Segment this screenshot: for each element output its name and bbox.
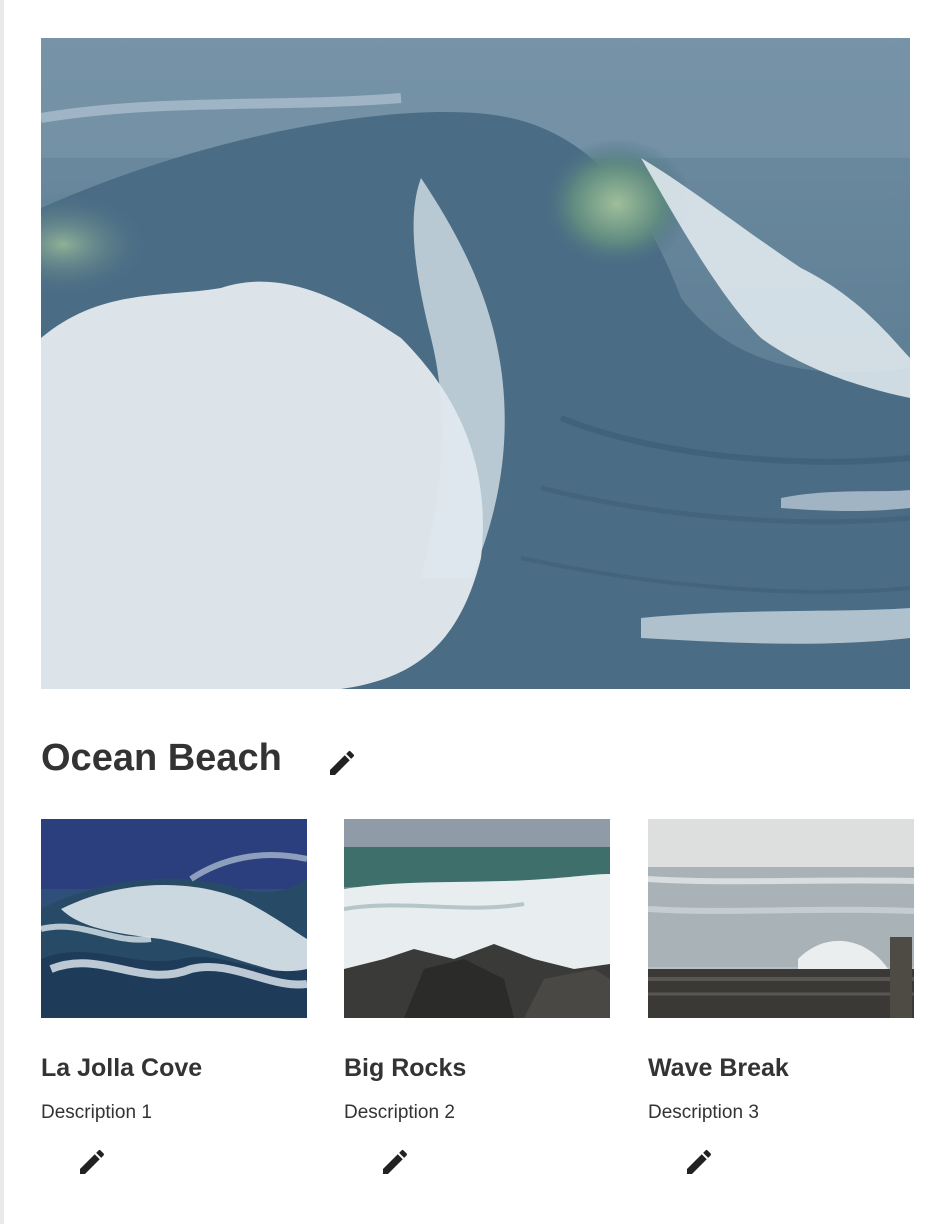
card-title: Big Rocks	[344, 1054, 467, 1082]
card-description: Description 3	[648, 1102, 759, 1123]
location-card: Big Rocks Description 2	[344, 819, 610, 1174]
pencil-icon	[80, 1149, 105, 1174]
left-border	[0, 0, 4, 1224]
title-row: Ocean Beach	[41, 732, 282, 784]
location-card: La Jolla Cove Description 1	[41, 819, 307, 1174]
edit-card-button[interactable]	[74, 1144, 110, 1180]
edit-title-button[interactable]	[324, 745, 360, 781]
page: Ocean Beach La Jolla Cove Description 1	[0, 0, 950, 1224]
card-image[interactable]	[41, 819, 307, 1018]
card-description: Description 1	[41, 1102, 152, 1123]
card-image[interactable]	[344, 819, 610, 1018]
card-description: Description 2	[344, 1102, 455, 1123]
edit-card-button[interactable]	[681, 1144, 717, 1180]
page-title: Ocean Beach	[41, 737, 282, 779]
location-card: Wave Break Description 3	[648, 819, 914, 1174]
card-title: La Jolla Cove	[41, 1054, 203, 1082]
pencil-icon	[383, 1149, 408, 1174]
card-title: Wave Break	[648, 1054, 789, 1082]
pencil-icon	[330, 750, 355, 775]
pencil-icon	[687, 1149, 712, 1174]
card-image[interactable]	[648, 819, 914, 1018]
hero-image	[41, 38, 910, 689]
edit-card-button[interactable]	[377, 1144, 413, 1180]
